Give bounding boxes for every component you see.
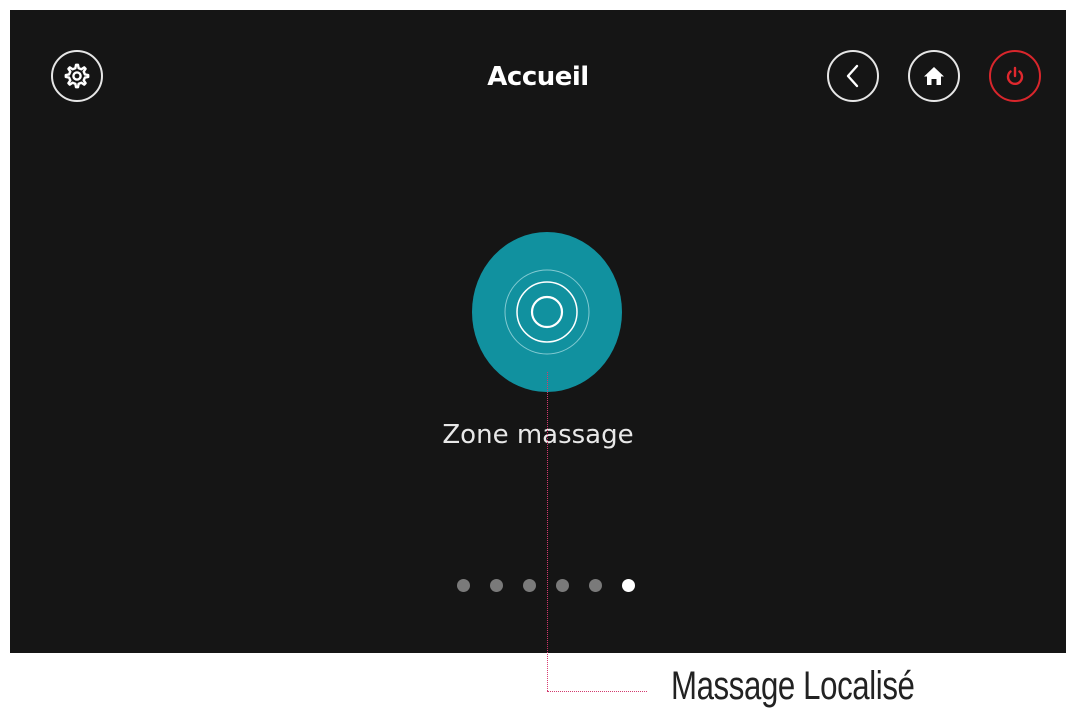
page-dot[interactable] — [490, 579, 503, 592]
page-dot[interactable] — [589, 579, 602, 592]
home-button[interactable] — [908, 50, 960, 102]
power-icon — [1006, 66, 1024, 86]
zone-massage-button[interactable] — [472, 232, 622, 392]
page-dot-active[interactable] — [622, 579, 635, 592]
back-button[interactable] — [827, 50, 879, 102]
power-button[interactable] — [989, 50, 1041, 102]
callout-line-horizontal — [547, 691, 647, 692]
page-indicator — [457, 579, 635, 592]
page-dot[interactable] — [457, 579, 470, 592]
page-dot[interactable] — [523, 579, 536, 592]
home-icon — [924, 67, 944, 85]
zone-massage-label: Zone massage — [442, 420, 634, 450]
chevron-left-icon — [846, 64, 859, 88]
page-dot[interactable] — [556, 579, 569, 592]
annotation-label: Massage Localisé — [671, 664, 915, 708]
device-screen: Accueil Zone massage — [10, 10, 1066, 653]
callout-line-vertical — [547, 372, 548, 691]
target-icon — [504, 269, 590, 355]
